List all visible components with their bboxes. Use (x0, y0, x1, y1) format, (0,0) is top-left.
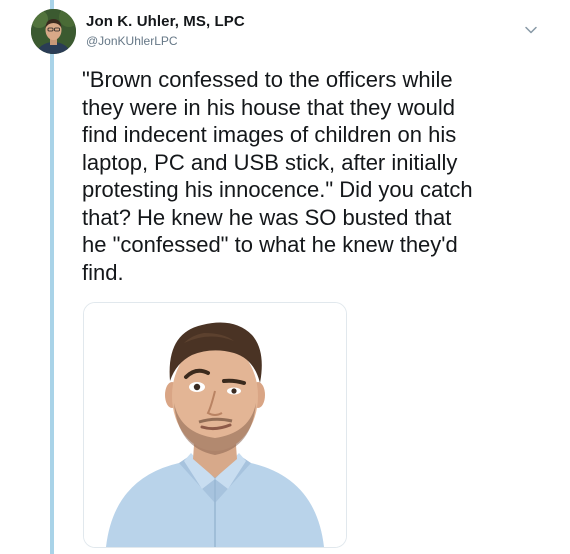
avatar[interactable] (31, 9, 76, 54)
chevron-down-icon[interactable] (524, 25, 538, 35)
thread-connector-line (50, 0, 54, 554)
tweet-header: Jon K. Uhler, MS, LPC @JonKUhlerLPC (86, 13, 245, 49)
tweet-card: Jon K. Uhler, MS, LPC @JonKUhlerLPC "Bro… (0, 0, 570, 554)
photo-of-skeptical-man (84, 303, 346, 547)
tweet-media-photo[interactable] (83, 302, 347, 548)
avatar-photo (31, 9, 76, 54)
author-handle[interactable]: @JonKUhlerLPC (86, 33, 245, 49)
author-display-name[interactable]: Jon K. Uhler, MS, LPC (86, 13, 245, 31)
tweet-text: "Brown confessed to the officers while t… (82, 67, 473, 285)
